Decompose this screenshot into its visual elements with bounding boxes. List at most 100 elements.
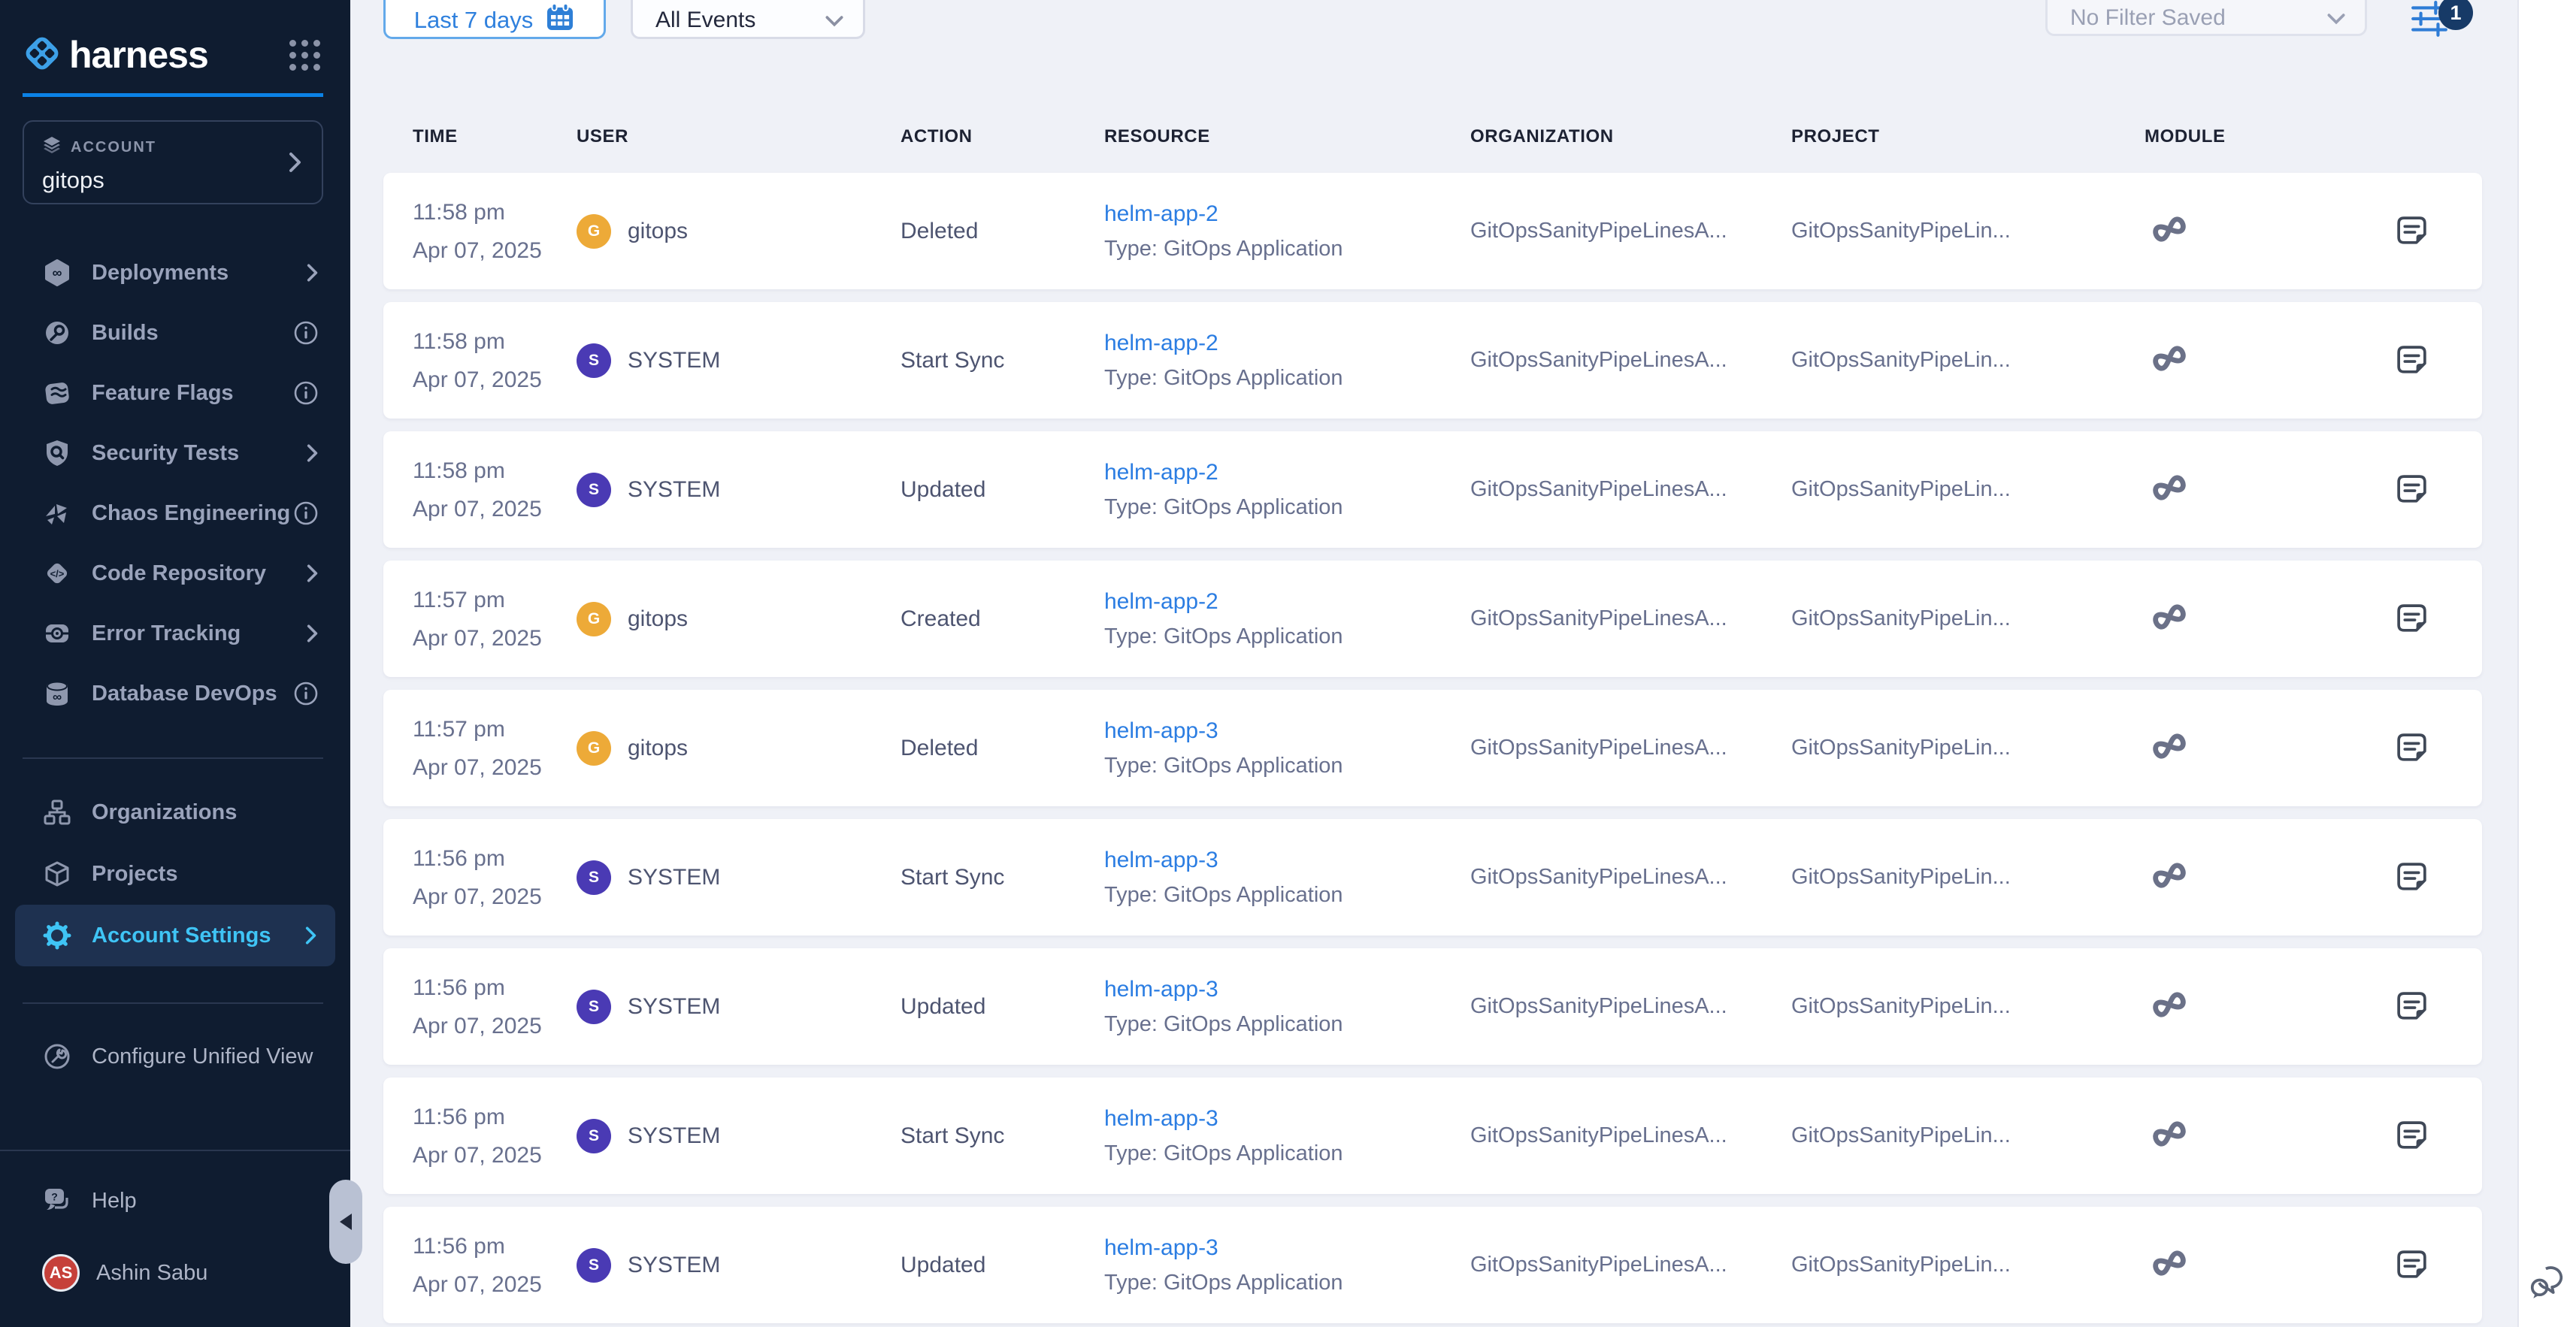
project-cell: GitOpsSanityPipeLin... [1791,736,2145,760]
sidebar-item-account-settings[interactable]: Account Settings [15,905,335,966]
wrench-circle-icon [42,1042,72,1071]
resource-cell: helm-app-3 Type: GitOps Application [1104,977,1470,1037]
sidebar-item-builds[interactable]: Builds [0,303,350,363]
event-summary-note-icon[interactable] [2394,213,2429,249]
user-name-text: SYSTEM [628,865,720,890]
organization-text: GitOpsSanityPipeLinesA... [1470,1253,1727,1277]
sidebar-item-configure-unified-view[interactable]: Configure Unified View [0,1026,344,1087]
audit-table-row: 11:58 pm Apr 07, 2025 S SYSTEM Updated h… [383,431,2482,548]
user-cell: S SYSTEM [577,860,901,895]
module-grid-icon[interactable] [289,40,320,71]
action-cell: Created [901,606,1104,632]
event-date: Apr 07, 2025 [413,878,577,916]
module-cell [2145,214,2325,248]
sidebar-item-database-devops[interactable]: ∞ Database DevOps [0,664,350,724]
event-summary-note-icon[interactable] [2394,601,2429,636]
resource-link[interactable]: helm-app-3 [1104,1106,1218,1132]
user-cell: S SYSTEM [577,1248,901,1283]
resource-link[interactable]: helm-app-3 [1104,848,1218,873]
column-header-time: TIME [413,126,577,147]
user-cell: S SYSTEM [577,990,901,1024]
project-cell: GitOpsSanityPipeLin... [1791,606,2145,631]
user-name-text: SYSTEM [628,348,720,373]
saved-filter-select[interactable]: No Filter Saved [2045,0,2367,36]
support-chat-icon[interactable] [2526,1259,2570,1306]
sidebar-item-code-repository[interactable]: </> Code Repository [0,543,350,603]
account-name: gitops [42,167,304,194]
chevron-right-icon [305,925,317,946]
project-text: GitOpsSanityPipeLin... [1791,1253,2011,1277]
audit-table-row: 11:58 pm Apr 07, 2025 S SYSTEM Start Syn… [383,302,2482,419]
date-range-filter-button[interactable]: Last 7 days [383,0,606,39]
sidebar-item-label: Help [92,1189,137,1214]
security-tests-icon [42,439,72,467]
gitops-module-icon [2149,622,2190,635]
database-devops-icon: ∞ [42,679,72,708]
event-summary-note-icon[interactable] [2394,730,2429,766]
sidebar-item-organizations[interactable]: Organizations [0,781,350,843]
action-cell: Start Sync [901,1123,1104,1149]
action-cell: Start Sync [901,865,1104,890]
event-summary-note-icon[interactable] [2394,860,2429,895]
audit-table-row: 11:57 pm Apr 07, 2025 G gitops Created h… [383,561,2482,677]
sidebar-item-label: Feature Flags [92,381,234,406]
resource-cell: helm-app-3 Type: GitOps Application [1104,848,1470,908]
resource-link[interactable]: helm-app-3 [1104,977,1218,1002]
sidebar-item-label: Chaos Engineering [92,501,290,526]
gitops-module-icon [2149,881,2190,893]
organization-cell: GitOpsSanityPipeLinesA... [1470,219,1791,243]
organization-cell: GitOpsSanityPipeLinesA... [1470,348,1791,373]
sidebar-item-feature-flags[interactable]: Feature Flags [0,363,350,423]
chevron-right-icon [307,563,319,584]
sidebar-item-chaos-engineering[interactable]: Chaos Engineering [0,483,350,543]
action-text: Updated [901,1253,985,1277]
time-cell: 11:56 pm Apr 07, 2025 [413,1098,577,1174]
resource-link[interactable]: helm-app-2 [1104,331,1218,356]
sidebar-item-deployments[interactable]: ∞ Deployments [0,243,350,303]
user-cell: G gitops [577,602,901,636]
event-date: Apr 07, 2025 [413,361,577,399]
event-summary-note-icon[interactable] [2394,472,2429,507]
audit-table-row: 11:56 pm Apr 07, 2025 S SYSTEM Updated h… [383,948,2482,1065]
sidebar-item-security-tests[interactable]: Security Tests [0,423,350,483]
filter-count-badge: 1 [2438,0,2473,30]
svg-text:?: ? [51,1191,58,1203]
user-menu[interactable]: AS Ashin Sabu [42,1254,207,1292]
note-cell [2325,343,2482,378]
sidebar-item-error-tracking[interactable]: Error Tracking [0,603,350,664]
gitops-module-icon [2149,1268,2190,1281]
event-type-select[interactable]: All Events [631,0,865,39]
sidebar-item-label: Code Repository [92,561,266,586]
svg-text:∞: ∞ [53,265,62,280]
sidebar-item-label: Security Tests [92,441,239,466]
user-cell: G gitops [577,214,901,249]
sidebar-item-projects[interactable]: Projects [0,843,350,905]
event-summary-note-icon[interactable] [2394,989,2429,1024]
resource-link[interactable]: helm-app-2 [1104,201,1218,227]
organization-text: GitOpsSanityPipeLinesA... [1470,994,1727,1018]
organization-text: GitOpsSanityPipeLinesA... [1470,219,1727,243]
organization-cell: GitOpsSanityPipeLinesA... [1470,865,1791,890]
resource-link[interactable]: helm-app-2 [1104,589,1218,615]
resource-link[interactable]: helm-app-2 [1104,460,1218,485]
right-rail [2517,0,2576,1327]
organization-text: GitOpsSanityPipeLinesA... [1470,736,1727,760]
note-cell [2325,1118,2482,1153]
action-text: Deleted [901,736,978,760]
user-cell: G gitops [577,731,901,766]
event-summary-note-icon[interactable] [2394,343,2429,378]
event-summary-note-icon[interactable] [2394,1247,2429,1283]
resource-link[interactable]: helm-app-3 [1104,718,1218,744]
chevron-down-icon [825,8,843,33]
avatar: S [577,860,611,895]
organization-text: GitOpsSanityPipeLinesA... [1470,606,1727,630]
chevron-right-icon [307,623,319,644]
time-cell: 11:58 pm Apr 07, 2025 [413,322,577,399]
project-text: GitOpsSanityPipeLin... [1791,994,2011,1018]
sidebar-collapse-handle[interactable] [329,1180,362,1264]
event-summary-note-icon[interactable] [2394,1118,2429,1153]
column-header-module: MODULE [2145,126,2325,147]
sidebar-item-help[interactable]: ? Help [0,1171,168,1231]
account-selector[interactable]: ACCOUNT gitops [23,120,323,204]
resource-link[interactable]: helm-app-3 [1104,1235,1218,1261]
